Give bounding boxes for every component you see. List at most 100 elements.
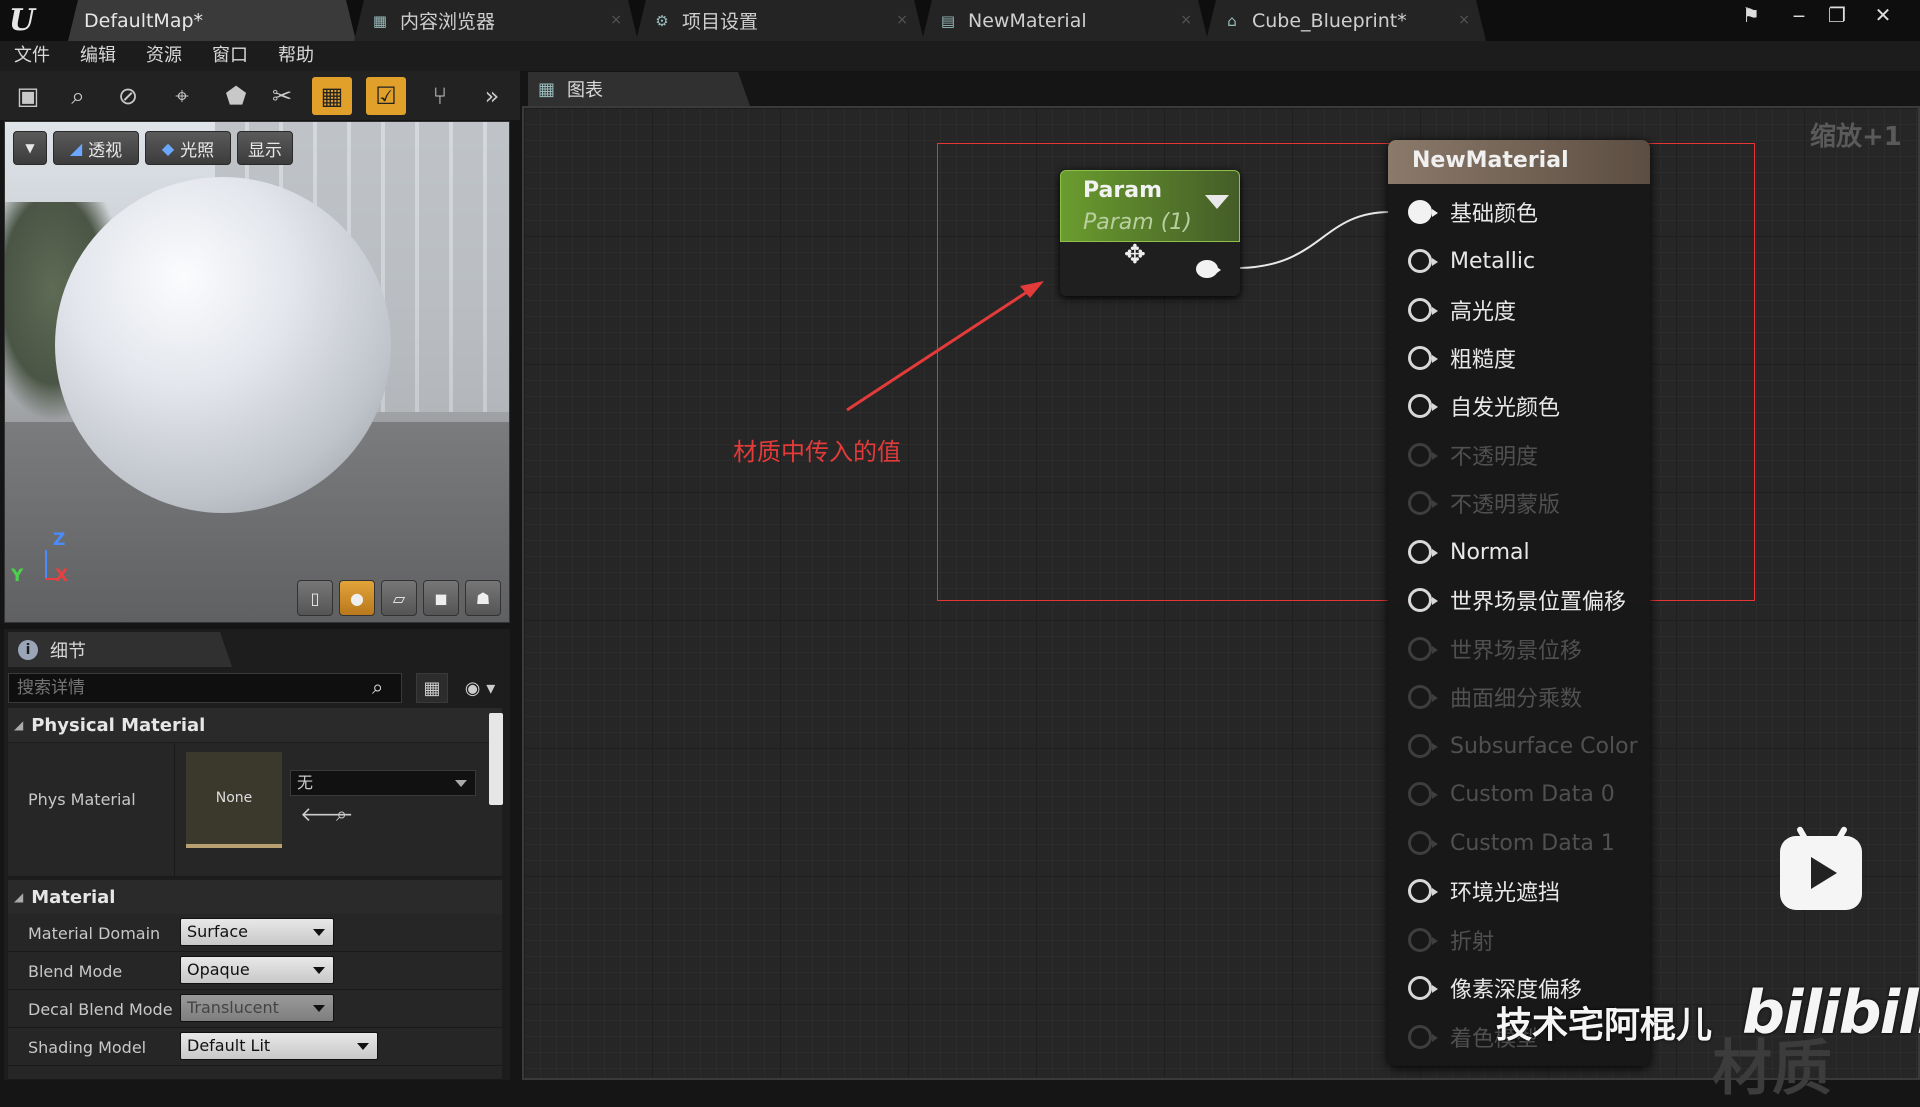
axis-x-label: X: [55, 566, 69, 586]
search-icon[interactable]: ⌕: [372, 675, 383, 699]
chevron-down-icon: [357, 1043, 369, 1050]
perspective-icon: ◢: [69, 138, 83, 158]
view-options-grid-icon[interactable]: ▦: [416, 673, 448, 703]
pin-specular[interactable]: 高光度: [1408, 294, 1516, 326]
pin-roughness[interactable]: 粗糙度: [1408, 342, 1516, 374]
watermark-bilibili-logo: bilibili: [1742, 978, 1920, 1048]
pin-icon: [1408, 928, 1438, 952]
pin-icon[interactable]: [1408, 346, 1438, 370]
tab-newmaterial[interactable]: ▤ NewMaterial ×: [922, 0, 1208, 41]
close-icon[interactable]: ×: [1458, 12, 1470, 28]
collapse-arrow-icon: ◢: [14, 890, 24, 904]
pin-connected-icon[interactable]: [1408, 200, 1438, 224]
shading-model-combo[interactable]: Default Lit: [180, 1032, 378, 1060]
perspective-label: 透视: [88, 140, 123, 161]
phys-material-combo[interactable]: 无: [290, 770, 476, 796]
tab-label: 内容浏览器: [400, 11, 496, 33]
plane-preview-icon[interactable]: ▱: [381, 580, 417, 616]
menu-file[interactable]: 文件: [14, 41, 50, 71]
stats-icon[interactable]: ▦: [312, 77, 352, 115]
pin-label: 不透明度: [1450, 445, 1539, 470]
details-scrollbar[interactable]: [489, 713, 503, 805]
pin-arrow-icon: [1214, 265, 1221, 275]
graph-icon: ▦: [538, 78, 556, 100]
sphere-preview-icon[interactable]: ●: [339, 580, 375, 616]
eye-icon[interactable]: ◉ ▾: [456, 673, 504, 703]
close-icon[interactable]: ×: [896, 12, 908, 28]
lit-button[interactable]: ◆ 光照: [145, 131, 231, 165]
pin-label: 世界场景位置偏移: [1450, 590, 1627, 615]
perspective-button[interactable]: ◢ 透视: [53, 131, 139, 165]
phys-material-label: Phys Material: [28, 790, 136, 809]
search-nodes-icon[interactable]: ⌖: [162, 77, 202, 115]
details-search-input[interactable]: [8, 673, 402, 703]
hierarchy-icon[interactable]: ⑂: [420, 77, 460, 115]
pin-icon[interactable]: [1408, 249, 1438, 273]
pin-emissive-color[interactable]: 自发光颜色: [1408, 390, 1560, 422]
home-icon[interactable]: ⬟: [216, 77, 256, 115]
cube-preview-icon[interactable]: ◼: [423, 580, 459, 616]
pin-label: 环境光遮挡: [1450, 881, 1561, 906]
pin-base-color[interactable]: 基础颜色: [1408, 196, 1538, 228]
save-icon[interactable]: ▣: [8, 77, 48, 115]
details-tab-label: 细节: [50, 640, 86, 662]
material-node-title: NewMaterial: [1412, 148, 1569, 173]
close-icon[interactable]: ×: [610, 12, 622, 28]
pin-world-position-offset[interactable]: 世界场景位置偏移: [1408, 584, 1626, 616]
viewport-options-button[interactable]: ▼: [13, 131, 47, 165]
maximize-button[interactable]: ❐: [1820, 2, 1854, 28]
menu-window[interactable]: 窗口: [212, 41, 248, 71]
category-material[interactable]: ◢ Material: [8, 880, 502, 914]
pin-icon[interactable]: [1408, 298, 1438, 322]
show-button[interactable]: 显示: [237, 131, 293, 165]
material-domain-combo[interactable]: Surface: [180, 918, 334, 946]
chevron-down-icon: [455, 780, 467, 787]
phys-material-thumbnail[interactable]: None: [186, 752, 282, 848]
pin-icon: [1408, 443, 1438, 467]
pin-icon[interactable]: [1408, 588, 1438, 612]
feedback-icon[interactable]: ⚑: [1734, 2, 1768, 28]
decal-blend-mode-combo: Translucent: [180, 994, 334, 1022]
pin-ambient-occlusion[interactable]: 环境光遮挡: [1408, 875, 1560, 907]
menu-edit[interactable]: 编辑: [80, 41, 116, 71]
pin-icon[interactable]: [1408, 540, 1438, 564]
pin-normal[interactable]: Normal: [1408, 536, 1530, 568]
chevron-right-icon[interactable]: »: [472, 77, 512, 115]
info-icon: i: [18, 640, 38, 660]
pin-icon[interactable]: [1408, 976, 1438, 1000]
tab-cube-blueprint[interactable]: ⌂ Cube_Blueprint* ×: [1206, 0, 1486, 41]
pin-icon[interactable]: [1408, 394, 1438, 418]
pin-label: 折射: [1450, 930, 1495, 955]
apply-icon[interactable]: ⊘: [108, 77, 148, 115]
pin-custom-data-1: Custom Data 1: [1408, 827, 1615, 859]
category-physical-material[interactable]: ◢ Physical Material: [8, 708, 502, 742]
tab-defaultmap[interactable]: DefaultMap*: [68, 0, 356, 41]
minimize-button[interactable]: ‒: [1782, 2, 1816, 28]
pin-icon[interactable]: [1408, 879, 1438, 903]
tab-project-settings[interactable]: ⚙ 项目设置 ×: [636, 0, 924, 41]
axis-z-line: [45, 550, 47, 580]
pin-label: 自发光颜色: [1450, 396, 1561, 421]
tab-graph[interactable]: ▦ 图表: [528, 72, 750, 106]
teapot-preview-icon[interactable]: ☗: [465, 580, 501, 616]
pin-label: Custom Data 0: [1450, 781, 1615, 807]
bilibili-play-icon: [1780, 836, 1862, 910]
pin-refraction: 折射: [1408, 924, 1494, 956]
menu-help[interactable]: 帮助: [278, 41, 314, 71]
close-button[interactable]: ✕: [1866, 2, 1900, 28]
pin-metallic[interactable]: Metallic: [1408, 245, 1535, 277]
browse-icon[interactable]: ⌕: [58, 77, 98, 115]
tab-details[interactable]: i 细节: [8, 632, 232, 667]
close-icon[interactable]: ×: [1180, 12, 1192, 28]
chevron-down-icon[interactable]: [1205, 195, 1229, 209]
live-preview-icon[interactable]: ☑: [366, 77, 406, 115]
blend-mode-combo[interactable]: Opaque: [180, 956, 334, 984]
tab-label: 项目设置: [682, 11, 759, 33]
clean-up-icon[interactable]: ✂: [262, 77, 302, 115]
browse-search-icon[interactable]: ⌕: [336, 802, 347, 826]
tab-content-browser[interactable]: ▦ 内容浏览器 ×: [354, 0, 638, 41]
preview-viewport[interactable]: ▼ ◢ 透视 ◆ 光照 显示 Z Y X ▯ ● ▱ ◼ ☗: [4, 121, 510, 623]
pin-icon: [1408, 637, 1438, 661]
menu-assets[interactable]: 资源: [146, 41, 182, 71]
cylinder-preview-icon[interactable]: ▯: [297, 580, 333, 616]
